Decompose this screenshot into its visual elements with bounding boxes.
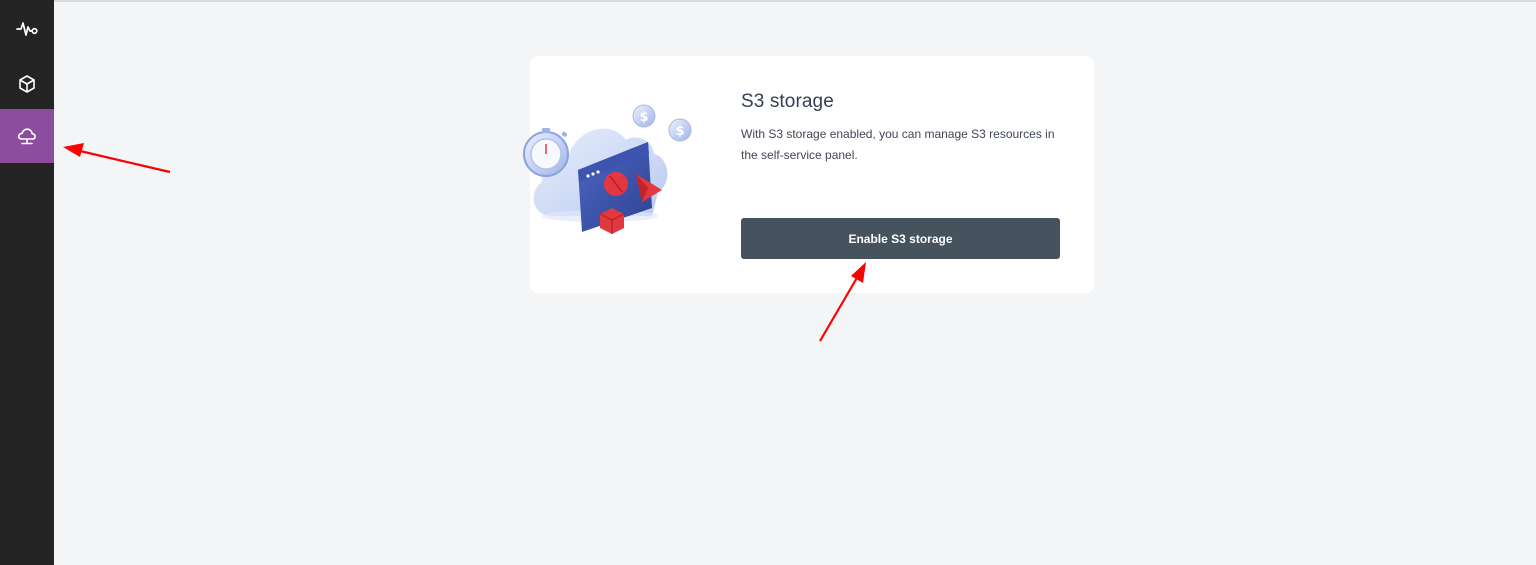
- sidebar: [0, 0, 54, 565]
- enable-s3-storage-button[interactable]: Enable S3 storage: [741, 218, 1060, 259]
- activity-icon: [16, 20, 38, 38]
- card-description: With S3 storage enabled, you can manage …: [741, 127, 1055, 162]
- s3-storage-card: $ $ S3 storage With S3 storage enabled, …: [523, 56, 1094, 293]
- top-border: [54, 0, 1536, 2]
- cloud-s3-illustration: $ $: [502, 96, 702, 256]
- cube-icon: [17, 74, 37, 94]
- svg-text:$: $: [639, 110, 648, 125]
- cloud-storage-icon: [16, 126, 38, 146]
- arrow-to-cloud-storage-nav: [63, 143, 171, 174]
- app-page: $ $ S3 storage With S3 storage enabled, …: [0, 0, 1536, 565]
- sidebar-item-cube[interactable]: [0, 56, 54, 111]
- sidebar-item-s3-storage[interactable]: [0, 109, 54, 163]
- svg-text:$: $: [675, 124, 684, 139]
- sidebar-item-activity[interactable]: [0, 1, 54, 56]
- card-title: S3 storage: [741, 91, 834, 112]
